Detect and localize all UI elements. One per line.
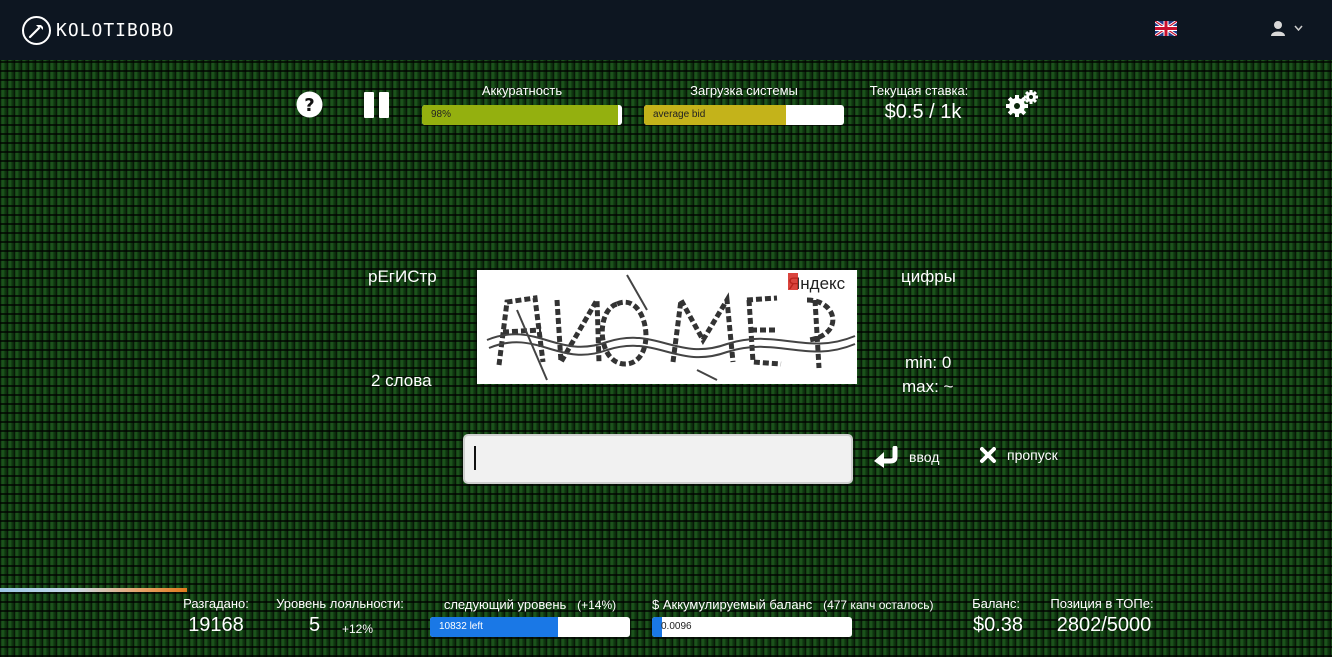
- user-menu[interactable]: [1270, 20, 1303, 36]
- skip-label: пропуск: [1007, 447, 1058, 463]
- accuracy-bar: 98%: [422, 105, 622, 125]
- load-label: Загрузка системы: [690, 83, 798, 98]
- load-text: average bid: [653, 109, 706, 120]
- solved-label: Разгадано:: [183, 596, 249, 611]
- user-icon: [1271, 21, 1285, 36]
- solved-value: 19168: [188, 614, 244, 636]
- submit-label: ввод: [909, 449, 940, 465]
- logo[interactable]: KOLOTIBOBO: [22, 15, 175, 45]
- accum-label: $ Аккумулируемый баланс (477 капч остало…: [652, 597, 947, 612]
- gears-icon: [1006, 90, 1038, 117]
- chevron-down-icon: [1294, 25, 1303, 31]
- next-level-label-text: следующий уровень: [443, 597, 567, 612]
- accuracy-text: 98%: [431, 109, 452, 120]
- loyalty-bonus: +12%: [342, 622, 374, 636]
- pause-icon: [364, 92, 389, 118]
- digits-hint: цифры: [901, 267, 956, 286]
- text-caret: [474, 446, 476, 470]
- loyalty-label: Уровень лояльности:: [276, 596, 404, 611]
- loyalty-value: 5: [309, 614, 321, 636]
- settings-button[interactable]: [1004, 88, 1040, 125]
- captcha-image: Яндекс: [477, 270, 857, 384]
- session-progress-line: [0, 588, 187, 592]
- next-level-label: следующий уровень (+14%): [430, 597, 630, 612]
- accum-bar: 0.0096: [652, 617, 852, 637]
- balance-label: Баланс:: [972, 596, 1020, 611]
- pause-button[interactable]: [363, 91, 391, 124]
- accuracy-label: Аккуратность: [481, 83, 563, 98]
- min-label: min: 0: [905, 353, 952, 372]
- accum-label-text: $ Аккумулируемый баланс: [652, 597, 813, 612]
- case-hint: рЕгИСтр: [368, 267, 437, 286]
- rate-value: $0.5 / 1k: [884, 101, 962, 123]
- logo-text: KOLOTIBOBO: [56, 19, 175, 41]
- accum-text: 0.0096: [661, 621, 692, 632]
- close-icon: [980, 447, 996, 463]
- captcha-answer-input[interactable]: [463, 434, 853, 484]
- top-position-value: 2802/5000: [1056, 614, 1152, 636]
- question-circle-icon: ?: [296, 91, 323, 118]
- enter-arrow-icon: [874, 446, 898, 468]
- top-navbar: KOLOTIBOBO: [0, 0, 1332, 60]
- next-level-text: 10832 left: [439, 621, 483, 632]
- balance-value: $0.38: [972, 614, 1024, 636]
- accum-note: (477 капч осталось): [823, 598, 934, 612]
- next-level-bonus: (+14%): [577, 598, 617, 612]
- accuracy-bar-fill: [422, 105, 618, 125]
- next-level-bar: 10832 left: [430, 617, 630, 637]
- skip-button[interactable]: пропуск: [979, 446, 1058, 464]
- top-position-label: Позиция в ТОПе:: [1050, 596, 1154, 611]
- words-hint: 2 слова: [371, 371, 432, 390]
- max-label: max: ~: [902, 377, 954, 396]
- submit-button[interactable]: ввод: [873, 446, 939, 468]
- load-bar: average bid: [644, 105, 844, 125]
- hammer-icon: [22, 15, 51, 45]
- uk-flag-icon[interactable]: [1154, 19, 1178, 38]
- svg-text:?: ?: [304, 95, 314, 116]
- rate-label: Текущая ставка:: [869, 83, 969, 98]
- help-button[interactable]: ?: [296, 91, 323, 123]
